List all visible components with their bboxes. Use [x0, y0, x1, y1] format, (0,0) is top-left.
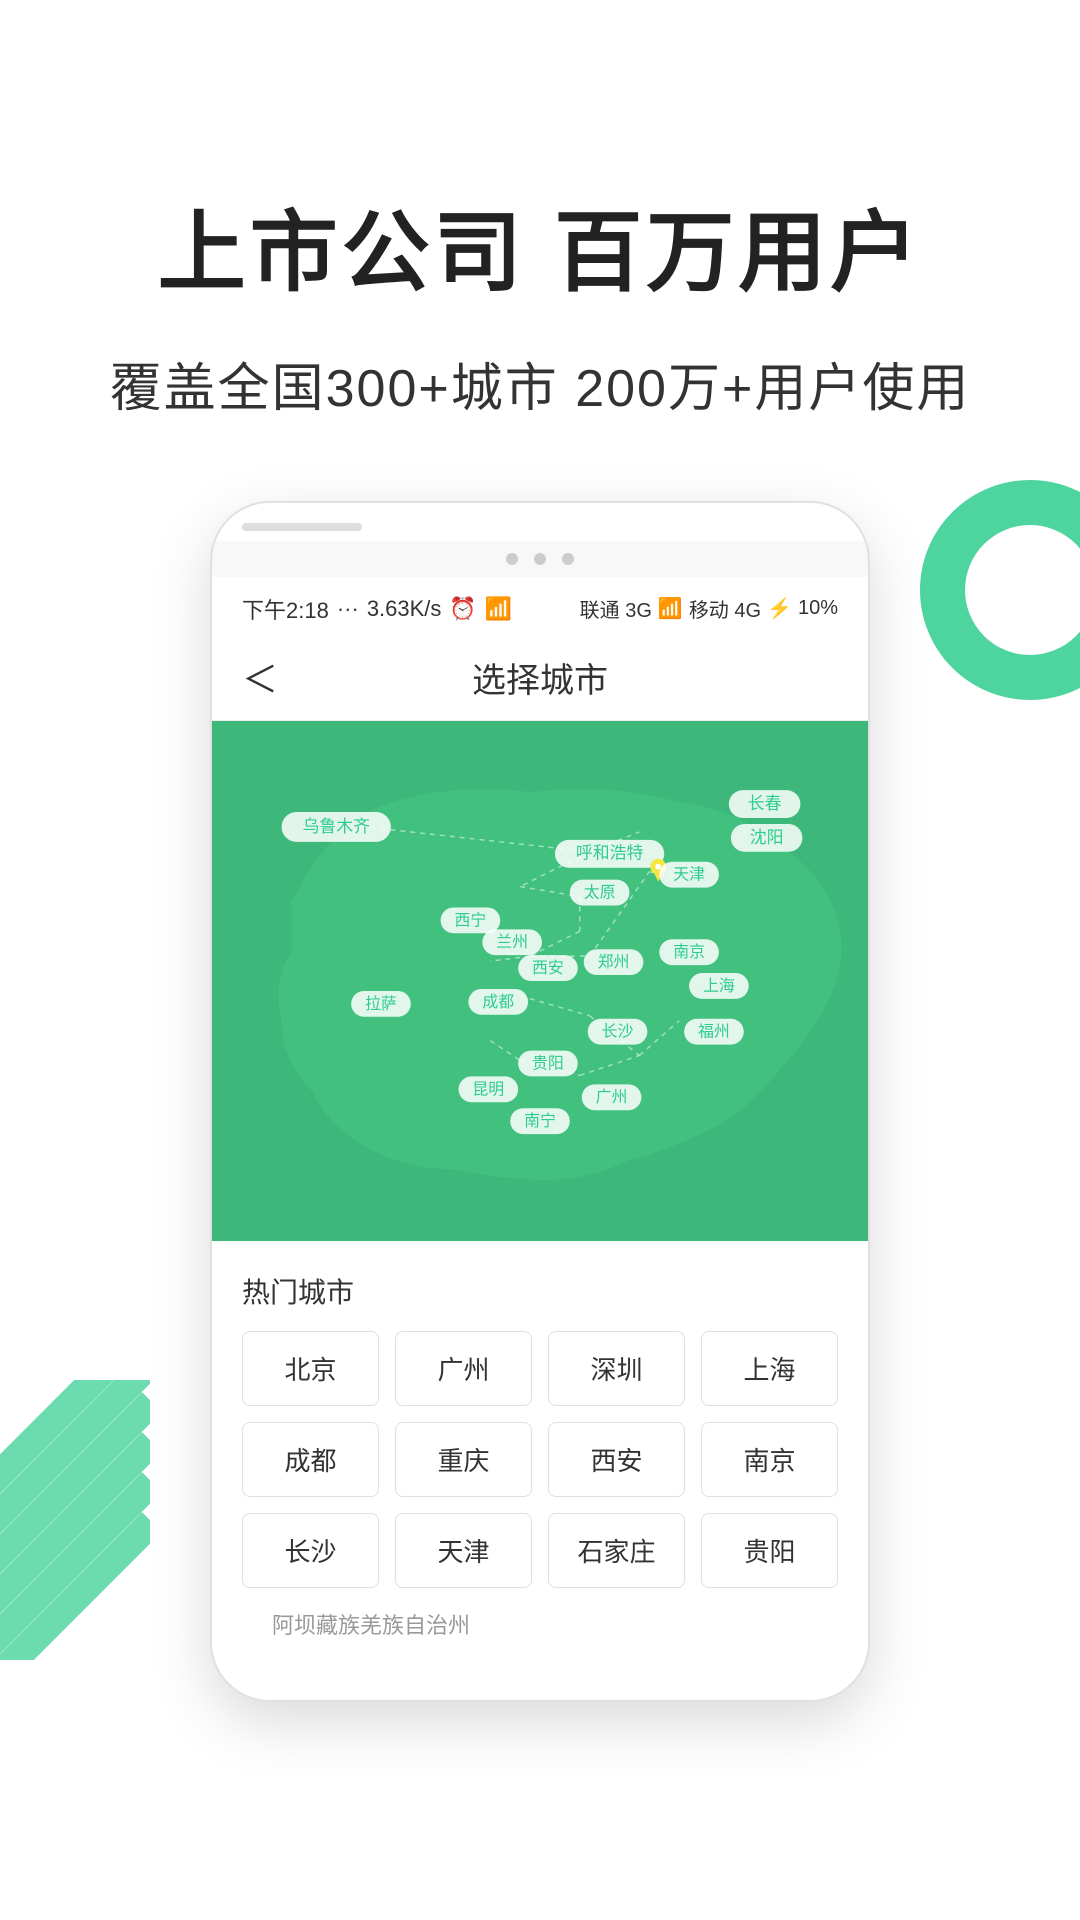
svg-text:南京: 南京: [673, 943, 705, 961]
phone-mockup: 下午2:18 ··· 3.63K/s ⏰ 📶 联通 3G 📶 移动 4G ⚡ 1…: [210, 501, 870, 1702]
svg-text:广州: 广州: [596, 1088, 628, 1106]
svg-text:乌鲁木齐: 乌鲁木齐: [302, 817, 370, 836]
svg-text:福州: 福州: [698, 1022, 730, 1040]
city-item[interactable]: 天津: [395, 1513, 532, 1588]
battery-text: 10%: [798, 597, 838, 620]
hot-cities-title: 热门城市: [242, 1271, 838, 1311]
svg-text:郑州: 郑州: [598, 953, 630, 971]
nav-bar: ＜ 选择城市: [212, 635, 868, 721]
city-grid: 北京广州深圳上海成都重庆西安南京长沙天津石家庄贵阳: [242, 1331, 838, 1588]
map-svg: 乌鲁木齐 长春 沈阳 呼和浩特 天津: [212, 721, 868, 1241]
back-button[interactable]: ＜: [242, 651, 278, 703]
carrier2: 移动 4G: [689, 594, 761, 623]
city-item[interactable]: 上海: [701, 1331, 838, 1406]
svg-text:南宁: 南宁: [524, 1112, 556, 1130]
city-item[interactable]: 石家庄: [548, 1513, 685, 1588]
svg-text:长春: 长春: [748, 794, 782, 813]
wifi-icon: 📶: [485, 596, 512, 622]
status-left: 下午2:18 ··· 3.63K/s ⏰ 📶: [242, 593, 512, 625]
phone-mockup-wrapper: 下午2:18 ··· 3.63K/s ⏰ 📶 联通 3G 📶 移动 4G ⚡ 1…: [60, 501, 1020, 1702]
phone-dots: [212, 541, 868, 577]
svg-text:拉萨: 拉萨: [365, 994, 397, 1012]
svg-text:成都: 成都: [482, 992, 514, 1010]
carrier1: 联通 3G: [580, 594, 652, 623]
phone-dot-2: [534, 553, 546, 565]
svg-text:上海: 上海: [703, 977, 735, 995]
status-bar: 下午2:18 ··· 3.63K/s ⏰ 📶 联通 3G 📶 移动 4G ⚡ 1…: [212, 577, 868, 635]
phone-dot-3: [562, 553, 574, 565]
city-item[interactable]: 贵阳: [701, 1513, 838, 1588]
phone-top: [212, 503, 868, 541]
map-area[interactable]: 乌鲁木齐 长春 沈阳 呼和浩特 天津: [212, 721, 868, 1241]
city-item[interactable]: 深圳: [548, 1331, 685, 1406]
svg-text:兰州: 兰州: [496, 933, 528, 951]
svg-text:呼和浩特: 呼和浩特: [576, 843, 644, 862]
city-item[interactable]: 北京: [242, 1331, 379, 1406]
city-item[interactable]: 成都: [242, 1422, 379, 1497]
status-speed: 3.63K/s: [367, 596, 442, 622]
hero-title: 上市公司 百万用户: [60, 0, 1020, 306]
phone-dot-1: [506, 553, 518, 565]
svg-text:西安: 西安: [532, 959, 564, 977]
hero-subtitle: 覆盖全国300+城市 200万+用户使用: [60, 346, 1020, 421]
status-right: 联通 3G 📶 移动 4G ⚡ 10%: [580, 594, 838, 623]
phone-speaker: [242, 523, 362, 531]
alarm-icon: ⏰: [449, 596, 476, 622]
city-item[interactable]: 广州: [395, 1331, 532, 1406]
city-list-area: 热门城市 北京广州深圳上海成都重庆西安南京长沙天津石家庄贵阳 阿坝藏族羌族自治州: [212, 1241, 868, 1700]
svg-text:长沙: 长沙: [602, 1022, 634, 1040]
page-title: 选择城市: [472, 653, 608, 702]
status-time: 下午2:18: [242, 593, 329, 625]
svg-text:西宁: 西宁: [455, 911, 487, 929]
status-dots: ···: [337, 596, 359, 622]
svg-text:贵阳: 贵阳: [532, 1054, 564, 1072]
footer-text: 阿坝藏族羌族自治州: [242, 1588, 838, 1670]
carrier-signal: 📶: [658, 596, 683, 621]
city-item[interactable]: 重庆: [395, 1422, 532, 1497]
svg-text:天津: 天津: [673, 865, 705, 883]
svg-text:沈阳: 沈阳: [750, 827, 784, 846]
lightning-icon: ⚡: [767, 596, 792, 621]
city-item[interactable]: 西安: [548, 1422, 685, 1497]
city-item[interactable]: 南京: [701, 1422, 838, 1497]
svg-text:昆明: 昆明: [472, 1081, 504, 1098]
city-item[interactable]: 长沙: [242, 1513, 379, 1588]
svg-text:太原: 太原: [584, 883, 616, 901]
